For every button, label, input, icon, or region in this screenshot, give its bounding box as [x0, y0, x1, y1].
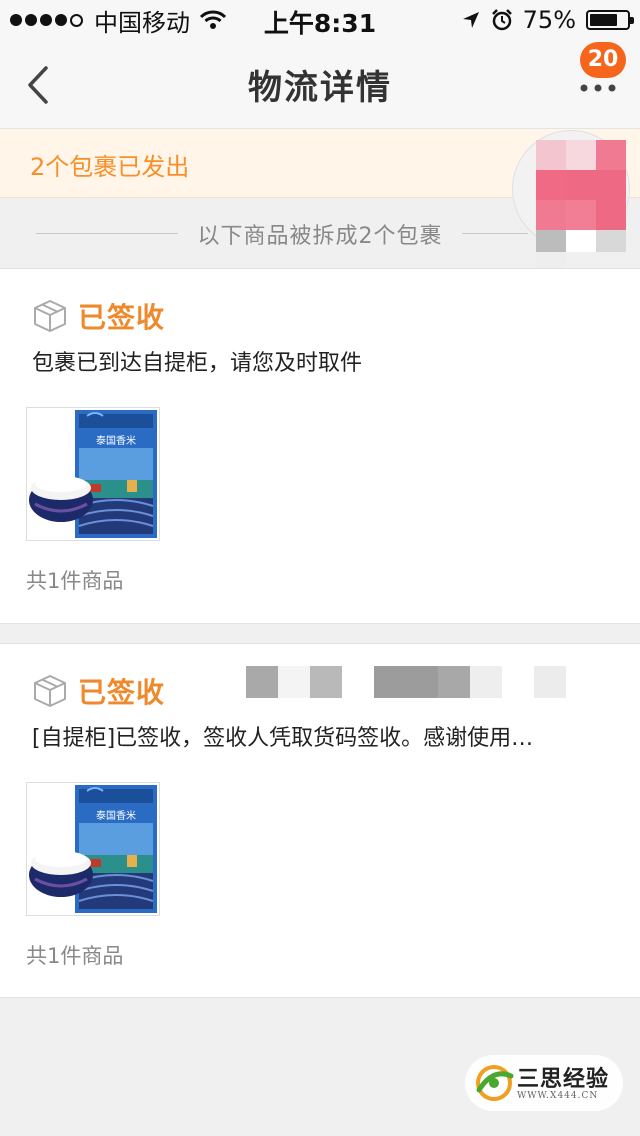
alarm-clock-icon	[491, 9, 512, 31]
redacted-block	[534, 666, 566, 698]
watermark-url: WWW.X444.CN	[517, 1091, 599, 1101]
redacted-block	[374, 666, 438, 698]
redacted-block	[278, 666, 310, 698]
back-button[interactable]	[20, 60, 60, 110]
divider-text: 以下商品被拆成2个包裹	[197, 224, 443, 249]
split-divider: 以下商品被拆成2个包裹	[0, 198, 640, 268]
signal-dot-icon	[55, 14, 67, 26]
avatar-pixel	[536, 140, 566, 170]
redacted-block	[470, 666, 502, 698]
package-description: 包裹已到达自提柜，请您及时取件	[32, 351, 363, 376]
signal-dot-empty-icon	[70, 13, 83, 27]
avatar-pixel	[566, 170, 596, 200]
svg-text:泰国香米: 泰国香米	[96, 809, 136, 822]
more-button[interactable]	[578, 76, 618, 100]
package-card[interactable]: 已签收 [自提柜]已签收，签收人凭取货码签收。感谢使用… 泰国香米 共1件商品	[0, 643, 640, 998]
watermark: 三思经验 WWW.X444.CN	[465, 1055, 623, 1111]
package-box-icon	[34, 300, 66, 332]
avatar-pixel	[596, 170, 626, 200]
redacted-block	[246, 666, 278, 698]
carrier-name: 中国移动	[94, 8, 190, 37]
package-header: 已签收	[32, 297, 165, 335]
notification-badge[interactable]: 20	[580, 42, 626, 78]
battery-fill	[590, 14, 617, 26]
signal-dot-icon	[10, 14, 22, 26]
item-count: 共1件商品	[26, 569, 124, 593]
package-card[interactable]: 已签收 包裹已到达自提柜，请您及时取件 泰国香米 共1件商品	[0, 268, 640, 624]
signal-dot-icon	[25, 14, 37, 26]
product-thumbnail[interactable]: 泰国香米	[26, 407, 160, 541]
notice-text: 2个包裹已发出	[30, 153, 190, 181]
watermark-logo-icon	[476, 1065, 514, 1101]
location-arrow-icon	[462, 12, 479, 28]
svg-text:泰国香米: 泰国香米	[96, 434, 136, 447]
battery-icon	[586, 10, 634, 30]
package-status: 已签收	[78, 676, 166, 709]
package-description: [自提柜]已签收，签收人凭取货码签收。感谢使用…	[32, 726, 534, 751]
avatar-pixel	[536, 170, 566, 200]
divider-line-right	[462, 233, 528, 234]
chevron-left-icon	[28, 66, 48, 104]
status-right: 75%	[461, 6, 634, 34]
battery-percent: 75%	[522, 6, 576, 34]
watermark-title: 三思经验	[517, 1067, 610, 1092]
more-dots-icon	[580, 84, 616, 92]
package-header: 已签收	[32, 672, 165, 710]
wifi-icon	[200, 10, 226, 29]
rice-bag-image: 泰国香米	[29, 785, 157, 913]
avatar-pixel	[566, 140, 596, 170]
status-bar: 中国移动 上午8:31 75%	[0, 0, 640, 40]
avatar-pixel	[596, 140, 626, 170]
redacted-block	[310, 666, 342, 698]
product-thumbnail[interactable]: 泰国香米	[26, 782, 160, 916]
signal-dot-icon	[40, 14, 52, 26]
battery-tip	[630, 17, 634, 24]
package-box-icon	[34, 675, 66, 707]
item-count: 共1件商品	[26, 944, 124, 968]
page-title: 物流详情	[248, 68, 392, 108]
rice-bag-image: 泰国香米	[29, 410, 157, 538]
status-left: 中国移动	[10, 6, 226, 37]
nav-bar: 物流详情 20	[0, 40, 640, 129]
redacted-block	[438, 666, 470, 698]
package-status: 已签收	[78, 301, 166, 334]
